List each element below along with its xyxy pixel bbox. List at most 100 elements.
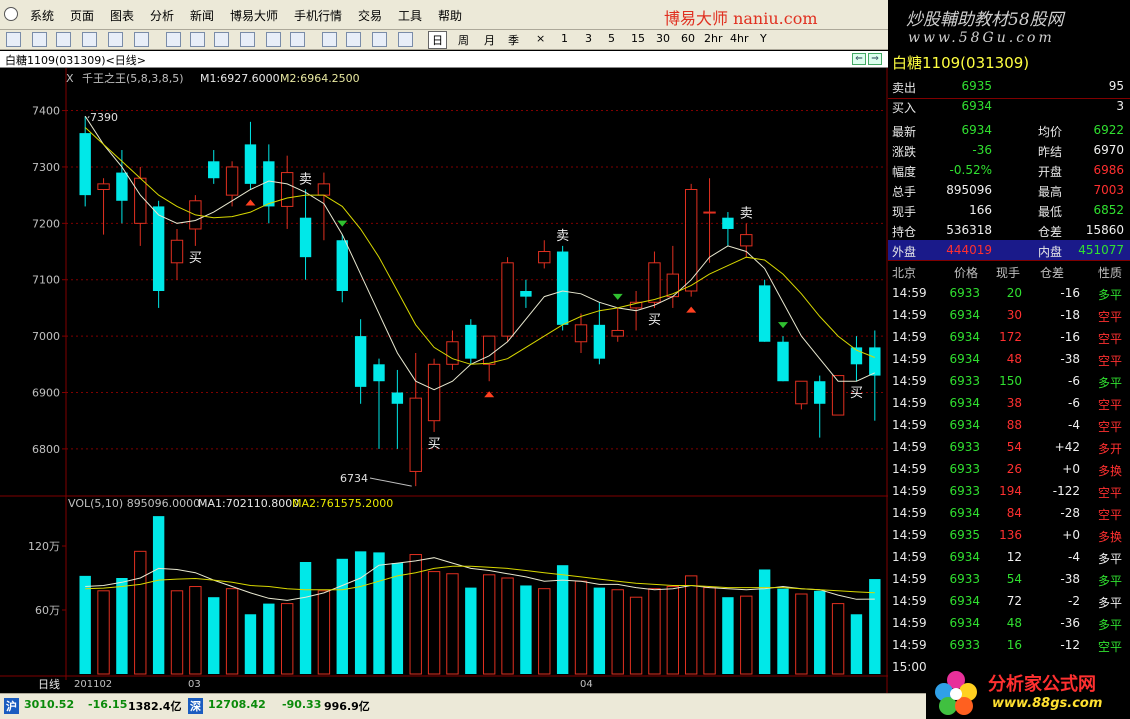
period-close[interactable]: × [536,32,545,45]
print-icon[interactable] [240,32,255,47]
tick-price: 6934 [949,330,980,344]
x-axis-period-label: 日线 [38,677,60,691]
quote-value-2: 7003 [1093,183,1124,197]
window-icon[interactable] [266,32,281,47]
period-30min[interactable]: 30 [656,32,670,45]
menu-mobile[interactable]: 手机行情 [294,7,342,24]
bar-chart-icon[interactable] [56,32,71,47]
menu-system[interactable]: 系统 [30,7,54,24]
zoom-in-icon[interactable] [190,32,205,47]
signal-label: 卖 [740,206,753,221]
report-icon[interactable] [134,32,149,47]
period-3min[interactable]: 3 [585,32,592,45]
next-chart-icon[interactable]: ⇒ [868,53,882,65]
sh-index: 3010.52 [24,698,75,711]
candle-body [869,347,881,376]
grid-icon[interactable] [82,32,97,47]
sz-amount: 996.9亿 [324,700,370,713]
palette-icon[interactable] [372,32,387,47]
volume-bar [465,587,477,674]
volume-bar [740,595,753,675]
tick-price: 6933 [949,572,980,586]
quote-value-2: 3 [1116,99,1124,113]
kline-chart[interactable]: 7400 7300 7200 7100 7000 6900 6800 120万 60万 买 卖买… [0,68,888,693]
line-chart-icon[interactable] [32,32,47,47]
list-icon[interactable] [108,32,123,47]
candle-body [336,240,348,291]
period-1min[interactable]: 1 [561,32,568,45]
x-axis-date-3: 04 [580,679,593,690]
candle-body [648,262,661,303]
candle-body [134,177,147,224]
signal-label: 买 [189,251,202,266]
period-year[interactable]: Y [760,32,767,45]
menu-analysis[interactable]: 分析 [150,7,174,24]
menu-page[interactable]: 页面 [70,7,94,24]
menu-help[interactable]: 帮助 [438,7,462,24]
tick-nature: 多开 [1098,442,1123,456]
tick-volume: 150 [999,374,1022,388]
candle-body [593,324,606,359]
quote-value-2: 451077 [1078,243,1124,257]
period-month[interactable]: 月 [484,32,495,48]
candle-body [97,183,110,191]
quote-row: 现手 166 最低 6852 [888,200,1130,220]
tick-volume: 172 [999,330,1022,344]
app-logo-icon[interactable] [4,7,18,21]
tick-time: 14:59 [892,308,927,322]
tick-price: 6933 [949,462,980,476]
volume-bar [666,586,680,675]
volume-bar [684,575,698,675]
signal-label: 买 [850,386,863,401]
period-2hr[interactable]: 2hr [704,32,723,45]
alert-icon[interactable] [346,32,361,47]
price-tick-label: 7000 [32,330,60,343]
lightning-icon[interactable] [398,32,413,47]
tick-row: 14:59 6933 150 -6 多平 [888,370,1130,392]
menu-chart[interactable]: 图表 [110,7,134,24]
period-60min[interactable]: 60 [681,32,695,45]
tick-volume: 84 [1006,506,1022,520]
candle-body [208,161,220,179]
tick-oi-change: +0 [1062,462,1080,476]
tick-row: 14:59 6933 20 -16 多平 [888,282,1130,304]
menu-tools[interactable]: 工具 [398,7,422,24]
volume-bar [648,588,661,675]
candle-body [684,189,698,292]
tick-oi-change: -18 [1060,308,1080,322]
candle-body [299,217,312,258]
candle-body [373,364,385,382]
layout-icon[interactable] [290,32,305,47]
period-day[interactable]: 日 [428,31,447,49]
period-quarter[interactable]: 季 [508,32,519,48]
menu-trade[interactable]: 交易 [358,7,382,24]
draw-icon[interactable] [322,32,337,47]
back-icon[interactable] [6,32,21,47]
zoom-out-icon[interactable] [214,32,229,47]
candle-body [244,144,257,184]
period-4hr[interactable]: 4hr [730,32,749,45]
quote-label: 外盘 [892,245,917,259]
toolbar: 日 周 月 季 × 1 3 5 15 30 60 2hr 4hr Y [0,30,888,50]
candle-body [409,397,422,472]
volume-bar [611,589,624,675]
period-5min[interactable]: 5 [608,32,615,45]
menu-news[interactable]: 新闻 [190,7,214,24]
refresh-icon[interactable] [166,32,181,47]
sz-icon: 深 [188,698,203,714]
menu-boyi[interactable]: 博易大师 [230,7,278,24]
tick-time: 14:59 [892,528,927,542]
candle-body [556,251,569,325]
volume-bar [538,588,551,675]
prev-chart-icon[interactable]: ⇐ [852,53,866,65]
tick-oi-change: -4 [1068,418,1080,432]
tick-volume: 16 [1006,638,1022,652]
volume-bar [244,614,257,674]
volume-bar [373,552,385,674]
candle-body [722,217,734,229]
watermark-banner: 炒股輔助教材58股网 www.58Gu.com [888,0,1130,50]
volume-bar [336,558,348,674]
period-week[interactable]: 周 [458,32,469,48]
period-15min[interactable]: 15 [631,32,645,45]
volume-bar [116,578,128,674]
